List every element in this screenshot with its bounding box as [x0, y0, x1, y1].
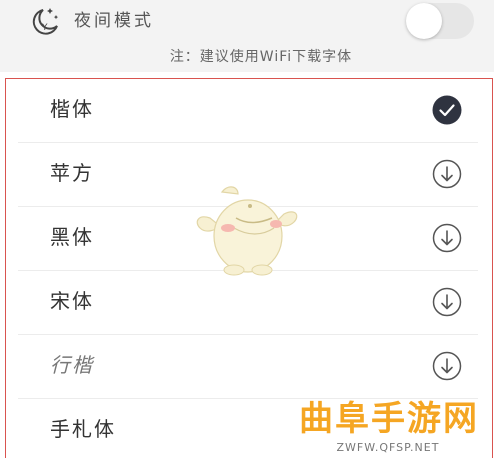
night-mode-label: 夜间模式	[74, 11, 154, 31]
font-name: 手札体	[50, 417, 116, 441]
font-name: 黑体	[50, 225, 94, 249]
night-mode-toggle[interactable]	[406, 3, 474, 39]
moon-stars-icon: Y	[32, 8, 59, 35]
download-icon[interactable]	[432, 159, 462, 189]
svg-text:Y: Y	[41, 23, 48, 33]
font-name: 宋体	[50, 289, 94, 313]
watermark-title: 曲阜手游网	[299, 399, 479, 439]
mascot-illustration	[196, 186, 298, 276]
wifi-note: 注：建议使用WiFi下载字体	[0, 44, 494, 72]
font-name: 楷体	[50, 97, 94, 121]
font-item-xingkai[interactable]: 行楷	[18, 335, 478, 399]
font-name: 行楷	[50, 353, 94, 377]
check-circle-icon[interactable]	[432, 95, 462, 125]
font-item-kaiti[interactable]: 楷体	[18, 79, 478, 143]
watermark-url: ZWFW.QFSP.NET	[336, 441, 440, 454]
toggle-knob	[406, 3, 442, 39]
download-icon[interactable]	[432, 351, 462, 381]
font-item-songti[interactable]: 宋体	[18, 271, 478, 335]
watermark: 曲阜手游网 ZWFW.QFSP.NET	[284, 398, 494, 458]
download-icon[interactable]	[432, 223, 462, 253]
font-name: 苹方	[50, 161, 94, 185]
night-mode-row[interactable]: Y 夜间模式	[0, 0, 494, 44]
download-icon[interactable]	[432, 287, 462, 317]
